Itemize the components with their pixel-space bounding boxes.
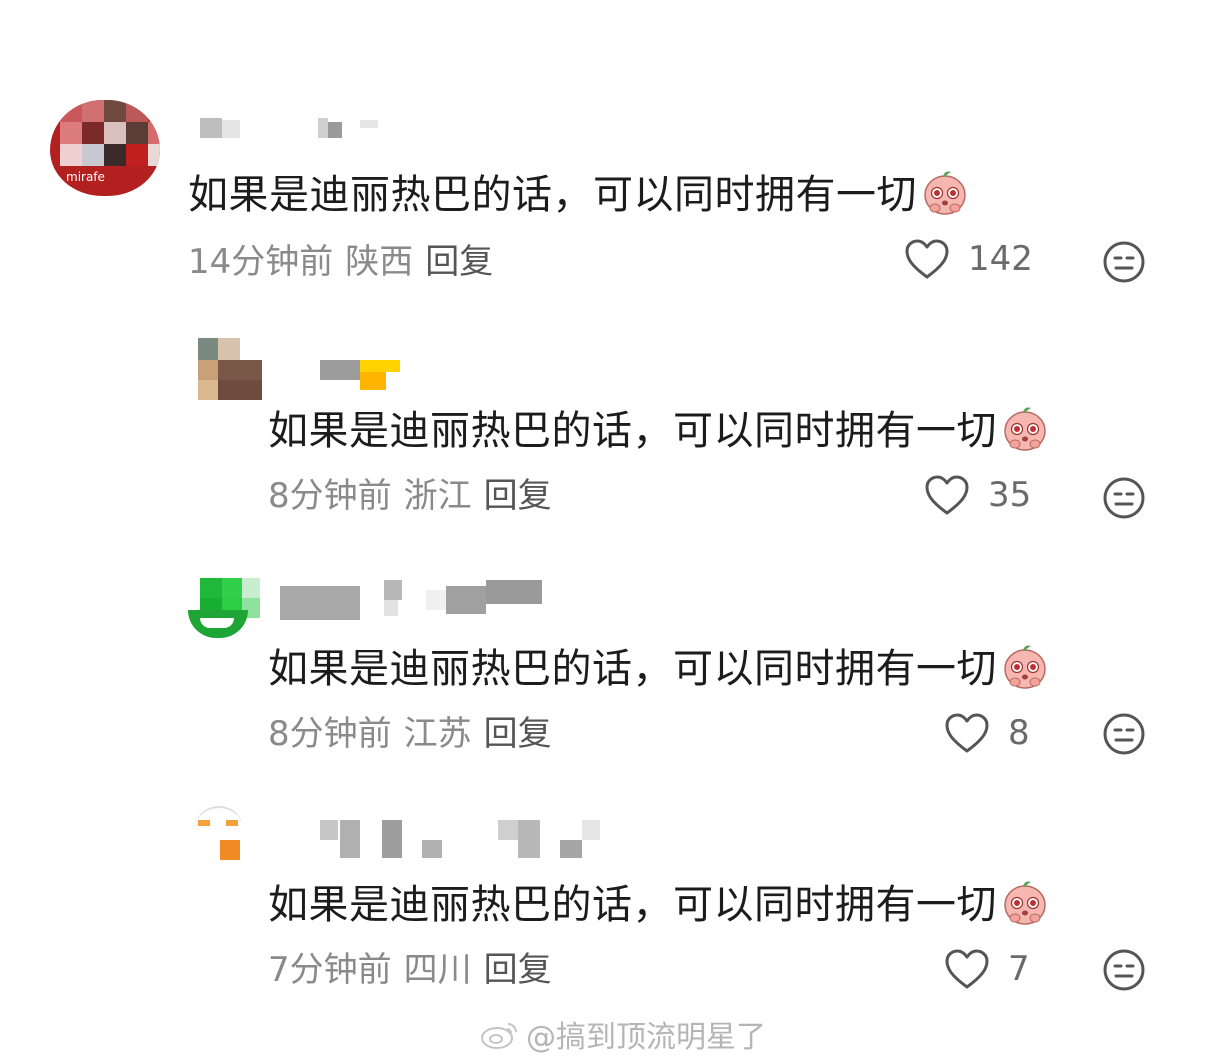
comment-text: 如果是迪丽热巴的话，可以同时拥有一切 — [188, 168, 969, 219]
pleading-peach-emoji-icon — [1004, 407, 1046, 451]
comment-text: 如果是迪丽热巴的话，可以同时拥有一切 — [268, 878, 1049, 929]
region: 陕西 — [345, 242, 414, 282]
reply-button[interactable]: 回复 — [425, 242, 493, 282]
region: 四川 — [403, 950, 472, 990]
comment-text: 如果是迪丽热巴的话，可以同时拥有一切 — [268, 642, 1049, 693]
comment-text-content: 如果是迪丽热巴的话，可以同时拥有一切 — [188, 172, 917, 218]
avatar-text: mirafe — [66, 170, 105, 184]
comment-meta: 14分钟前 陕西 回复 — [188, 242, 493, 282]
heart-outline-icon — [945, 713, 989, 753]
like-button[interactable]: 8 — [944, 712, 1030, 754]
timestamp: 8分钟前 — [268, 476, 392, 516]
like-count: 142 — [968, 239, 1033, 279]
comment-text-content: 如果是迪丽热巴的话，可以同时拥有一切 — [268, 408, 997, 454]
comment-text-content: 如果是迪丽热巴的话，可以同时拥有一切 — [268, 882, 997, 928]
comment-meta: 7分钟前 四川 回复 — [268, 950, 552, 990]
like-button[interactable]: 7 — [944, 948, 1030, 990]
reply-button[interactable]: 回复 — [484, 950, 552, 990]
like-count: 35 — [988, 475, 1032, 515]
like-button[interactable]: 142 — [904, 238, 1033, 280]
timestamp: 14分钟前 — [188, 242, 334, 282]
heart-outline-icon — [945, 949, 989, 989]
heart-outline-icon — [925, 475, 969, 515]
watermark: @搞到顶流明星了 — [480, 1012, 766, 1056]
neutral-face-icon[interactable] — [1102, 240, 1146, 284]
neutral-face-icon[interactable] — [1102, 712, 1146, 756]
neutral-face-icon[interactable] — [1102, 476, 1146, 520]
timestamp: 7分钟前 — [268, 950, 392, 990]
avatar[interactable]: mirafe — [50, 100, 160, 196]
watermark-text: @搞到顶流明星了 — [526, 1020, 766, 1055]
like-count: 7 — [1008, 949, 1030, 989]
avatar[interactable] — [188, 338, 262, 402]
avatar[interactable] — [188, 578, 262, 640]
weibo-logo-icon — [481, 1023, 517, 1049]
neutral-face-icon[interactable] — [1102, 948, 1146, 992]
pleading-peach-emoji-icon — [924, 171, 966, 215]
pleading-peach-emoji-icon — [1004, 645, 1046, 689]
heart-outline-icon — [905, 239, 949, 279]
timestamp: 8分钟前 — [268, 714, 392, 754]
comment-text-content: 如果是迪丽热巴的话，可以同时拥有一切 — [268, 646, 997, 692]
comment-meta: 8分钟前 江苏 回复 — [268, 714, 552, 754]
region: 浙江 — [403, 476, 472, 516]
comment-text: 如果是迪丽热巴的话，可以同时拥有一切 — [268, 404, 1049, 455]
like-button[interactable]: 35 — [924, 474, 1031, 516]
like-count: 8 — [1008, 713, 1030, 753]
comment-meta: 8分钟前 浙江 回复 — [268, 476, 552, 516]
reply-button[interactable]: 回复 — [484, 476, 552, 516]
reply-button[interactable]: 回复 — [484, 714, 552, 754]
region: 江苏 — [403, 714, 472, 754]
avatar[interactable] — [188, 806, 248, 862]
pleading-peach-emoji-icon — [1004, 881, 1046, 925]
